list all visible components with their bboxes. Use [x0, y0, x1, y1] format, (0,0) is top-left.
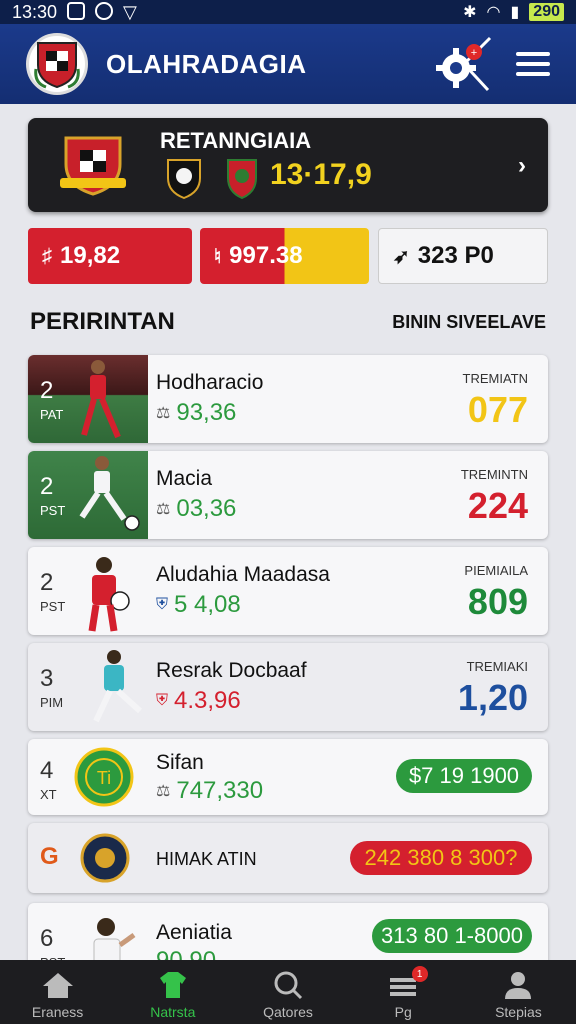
club-badge-icon	[80, 833, 130, 883]
player-value: ⛨ 5 4,08	[156, 591, 241, 618]
section-title: PERIRINTAN	[30, 308, 175, 335]
stat-chip-2[interactable]: ♮ 997.38	[200, 228, 369, 284]
player-rank: 2 PST	[40, 569, 66, 614]
metric-value: 809	[467, 581, 528, 622]
player-row[interactable]: 2 PST Macia ⚖ 03,36 TREMINTN 224	[28, 451, 548, 539]
metric-value: 1,20	[457, 677, 528, 718]
profile-icon	[505, 972, 532, 999]
see-all-link[interactable]: BININ SIVEELAVE	[392, 312, 546, 333]
player-value: ⚖ 03,36	[156, 495, 237, 522]
player-rank: 4 XT	[40, 757, 57, 802]
player-name: Macia	[156, 467, 213, 490]
coin-icon: ⚖	[156, 783, 171, 800]
club-crest-icon	[34, 42, 80, 89]
home-icon	[42, 973, 73, 998]
nav-item-pages[interactable]: 1 Pg	[346, 960, 461, 1024]
status-bar: 13:30 ▽ ✱ ◠ ▮ 290	[0, 0, 576, 24]
player-value: ⛨ 4.3,96	[156, 687, 241, 714]
notification-icon	[67, 1, 86, 20]
app-bar: OLAHRADAGIA +	[0, 24, 576, 104]
metric-value: 224	[467, 485, 528, 526]
player-name: Hodharacio	[156, 371, 264, 394]
svg-text:+: +	[471, 47, 477, 59]
player-rank: 3 PIM	[40, 665, 64, 710]
coin-icon: ⚖	[156, 501, 171, 518]
metric-label: TREMIATN	[462, 371, 528, 386]
nav-label: Qatores	[263, 1004, 313, 1020]
ball-icon: ♮	[214, 245, 222, 268]
featured-match-card[interactable]: RETANNGIAIA 13·17,9 ›	[28, 118, 548, 212]
club-row[interactable]: G HIMAK ATIN 242 380 8 300?	[28, 823, 548, 893]
menu-button[interactable]	[516, 46, 550, 82]
settings-button[interactable]: +	[434, 34, 494, 94]
nav-item-profile[interactable]: Stepias	[461, 960, 576, 1024]
club-name: HIMAK ATIN	[156, 849, 257, 869]
cell-signal-icon: ▮	[510, 4, 520, 21]
gear-icon: +	[436, 36, 492, 92]
nav-label: Stepias	[495, 1004, 542, 1020]
home-team-crest-icon	[60, 136, 126, 196]
club-logo[interactable]	[26, 33, 88, 95]
nav-label: Natrsta	[150, 1004, 196, 1020]
player-value: ⚖ 93,36	[156, 399, 237, 426]
shirt-icon	[159, 972, 186, 998]
metric-label: TREMINTN	[460, 467, 528, 482]
nav-item-home[interactable]: Eraness	[0, 960, 115, 1024]
match-title: RETANNGIAIA	[160, 128, 312, 153]
search-icon	[274, 971, 303, 1000]
status-time: 13:30	[12, 1, 58, 22]
hamburger-icon	[516, 52, 550, 56]
match-score: 13·17,9	[270, 158, 372, 191]
club-name: Sifan	[156, 751, 204, 774]
player-name: Resrak Docbaaf	[156, 659, 307, 682]
player-figure-icon	[88, 557, 130, 632]
player-row[interactable]: 3 PIM Resrak Docbaaf ⛨ 4.3,96 TREMIAKI 1,2…	[28, 643, 548, 731]
club-row[interactable]: Ti 4 XT Sifan ⚖ 747,330 $7 19 1900	[28, 739, 548, 815]
record-icon	[95, 1, 114, 20]
nav-label: Eraness	[31, 1004, 84, 1020]
stat-value: 19,82	[60, 242, 121, 269]
notification-badge: 1	[411, 966, 428, 982]
player-rank: G	[40, 843, 59, 870]
player-name: Aeniatia	[156, 921, 232, 944]
svg-text:Ti: Ti	[97, 768, 111, 788]
team-badge-icon: ⛨	[156, 692, 169, 709]
club-badge-icon: Ti	[74, 747, 134, 807]
nav-label: Pg	[394, 1004, 412, 1020]
team-badge-icon: ⛨	[156, 596, 169, 613]
club-value: ⚖ 747,330	[156, 777, 264, 804]
stat-chip-3[interactable]: ➶ 323 P0	[378, 228, 548, 284]
value-pill: 313 80 1-8000	[372, 919, 532, 953]
metric-label: TREMIAKI	[466, 659, 528, 674]
whistle-icon: ♯	[42, 244, 52, 267]
team-b-crest-icon	[227, 159, 257, 200]
player-row[interactable]: 2 PST Aludahia Maadasa ⛨ 5 4,08 PIEMIAILA …	[28, 547, 548, 635]
nav-item-teams[interactable]: Natrsta	[115, 960, 230, 1024]
player-name: Aludahia Maadasa	[156, 563, 330, 586]
nav-item-search[interactable]: Qatores	[230, 960, 345, 1024]
team-a-crest-icon	[167, 159, 201, 200]
chevron-right-icon[interactable]: ›	[518, 152, 526, 180]
stat-value: 323 P0	[417, 242, 494, 269]
metric-label: PIEMIAILA	[464, 563, 528, 578]
value-pill: 242 380 8 300?	[350, 841, 532, 875]
boot-icon: ➶	[393, 245, 410, 268]
player-rank: 2 PAT	[40, 377, 64, 422]
battery-indicator: 290	[529, 3, 564, 21]
player-figure-icon	[93, 650, 143, 723]
app-title: OLAHRADAGIA	[106, 48, 307, 79]
bluetooth-icon: ✱	[463, 4, 477, 21]
stat-value: 997.38	[229, 242, 303, 269]
coin-icon: ⚖	[156, 405, 171, 422]
metric-value: 077	[467, 389, 528, 430]
player-rank: 2 PST	[40, 473, 66, 518]
signal-icon: ▽	[123, 1, 137, 22]
stat-chip-1[interactable]: ♯ 19,82	[28, 228, 192, 284]
player-row[interactable]: 2 PAT Hodharacio ⚖ 93,36 TREMIATN 077	[28, 355, 548, 443]
value-pill: $7 19 1900	[396, 759, 532, 793]
wifi-icon: ◠	[486, 4, 501, 21]
bottom-nav: Eraness Natrsta Qatores 1 Pg Stepias	[0, 960, 576, 1024]
